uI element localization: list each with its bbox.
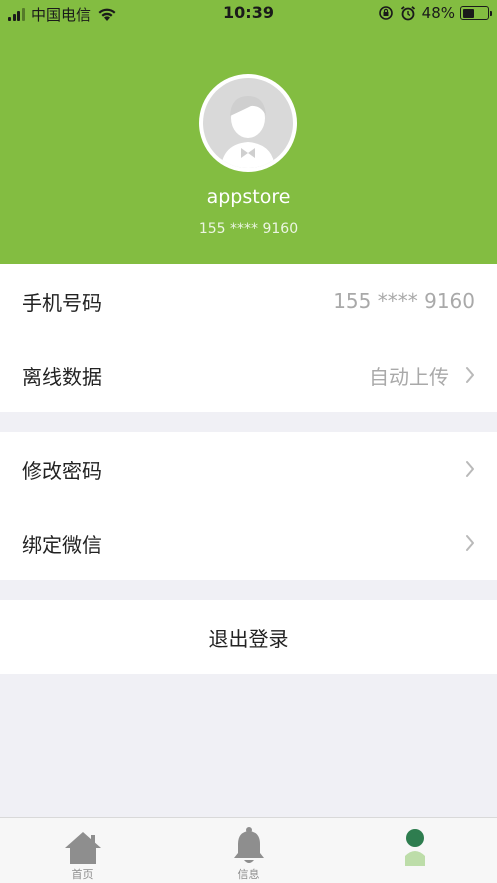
home-icon [64, 832, 101, 864]
battery-percent: 48% [421, 4, 455, 22]
settings-group-account: 手机号码 155 **** 9160 离线数据 自动上传 [0, 264, 497, 412]
logout-button[interactable]: 退出登录 [0, 600, 497, 674]
avatar[interactable] [199, 74, 297, 172]
bind-wechat-row[interactable]: 绑定微信 [0, 506, 497, 580]
phone-number-row: 手机号码 155 **** 9160 [0, 264, 497, 338]
battery-icon [460, 6, 492, 20]
tab-label: 信息 [237, 868, 260, 881]
row-value: 自动上传 [369, 364, 449, 389]
status-bar: 中国电信 10:39 48% [0, 0, 497, 30]
chevron-right-icon [466, 367, 474, 383]
settings-group-security: 修改密码 绑定微信 [0, 432, 497, 580]
profile-icon [404, 829, 425, 866]
tab-bar: 首页 信息 [0, 817, 497, 883]
row-label: 绑定微信 [22, 532, 102, 557]
change-password-row[interactable]: 修改密码 [0, 432, 497, 506]
alarm-icon [400, 6, 415, 21]
tab-label: 首页 [71, 868, 94, 881]
chevron-right-icon [466, 461, 474, 477]
offline-data-row[interactable]: 离线数据 自动上传 [0, 338, 497, 412]
row-value: 155 **** 9160 [333, 289, 475, 313]
tab-messages[interactable]: 信息 [166, 818, 331, 883]
tab-home[interactable]: 首页 [0, 818, 165, 883]
row-label: 离线数据 [22, 364, 102, 389]
chevron-right-icon [466, 535, 474, 551]
tab-profile[interactable] [332, 818, 497, 883]
orientation-lock-icon [378, 6, 393, 20]
user-placeholder-icon [221, 96, 275, 168]
row-label: 修改密码 [22, 458, 102, 483]
row-label: 手机号码 [22, 290, 102, 315]
username: appstore [206, 186, 291, 208]
bell-icon [233, 827, 264, 863]
header-phone-number: 155 **** 9160 [198, 221, 299, 237]
profile-header: 中国电信 10:39 48% appstore 155 **** 9160 [0, 0, 497, 264]
